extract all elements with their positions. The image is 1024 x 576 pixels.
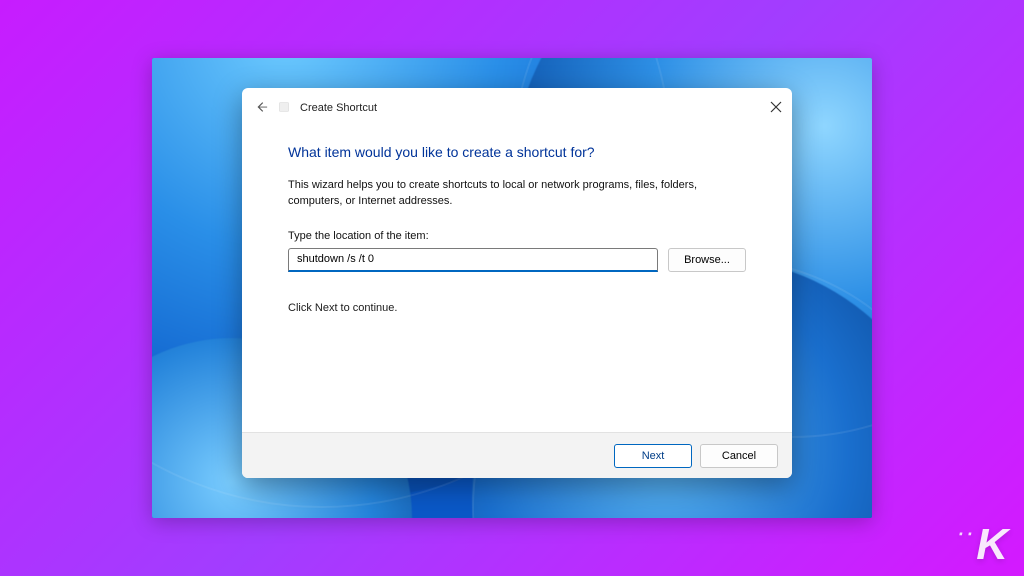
dialog-title: Create Shortcut [300, 102, 377, 114]
desktop-wallpaper: Create Shortcut What item would you like… [152, 58, 872, 518]
continue-hint: Click Next to continue. [288, 302, 746, 314]
cancel-button[interactable]: Cancel [700, 444, 778, 468]
titlebar: Create Shortcut [242, 88, 792, 122]
dialog-footer: Next Cancel [242, 432, 792, 478]
wizard-heading: What item would you like to create a sho… [288, 144, 746, 160]
location-input[interactable] [288, 248, 658, 272]
browse-button[interactable]: Browse... [668, 248, 746, 272]
watermark-logo: ∙∙K [958, 520, 1006, 570]
app-icon [278, 101, 290, 116]
create-shortcut-dialog: Create Shortcut What item would you like… [242, 88, 792, 478]
location-label: Type the location of the item: [288, 230, 746, 242]
wizard-description: This wizard helps you to create shortcut… [288, 178, 718, 210]
dialog-content: What item would you like to create a sho… [242, 122, 792, 432]
next-button[interactable]: Next [614, 444, 692, 468]
close-icon[interactable] [770, 101, 782, 116]
back-icon[interactable] [254, 100, 268, 117]
